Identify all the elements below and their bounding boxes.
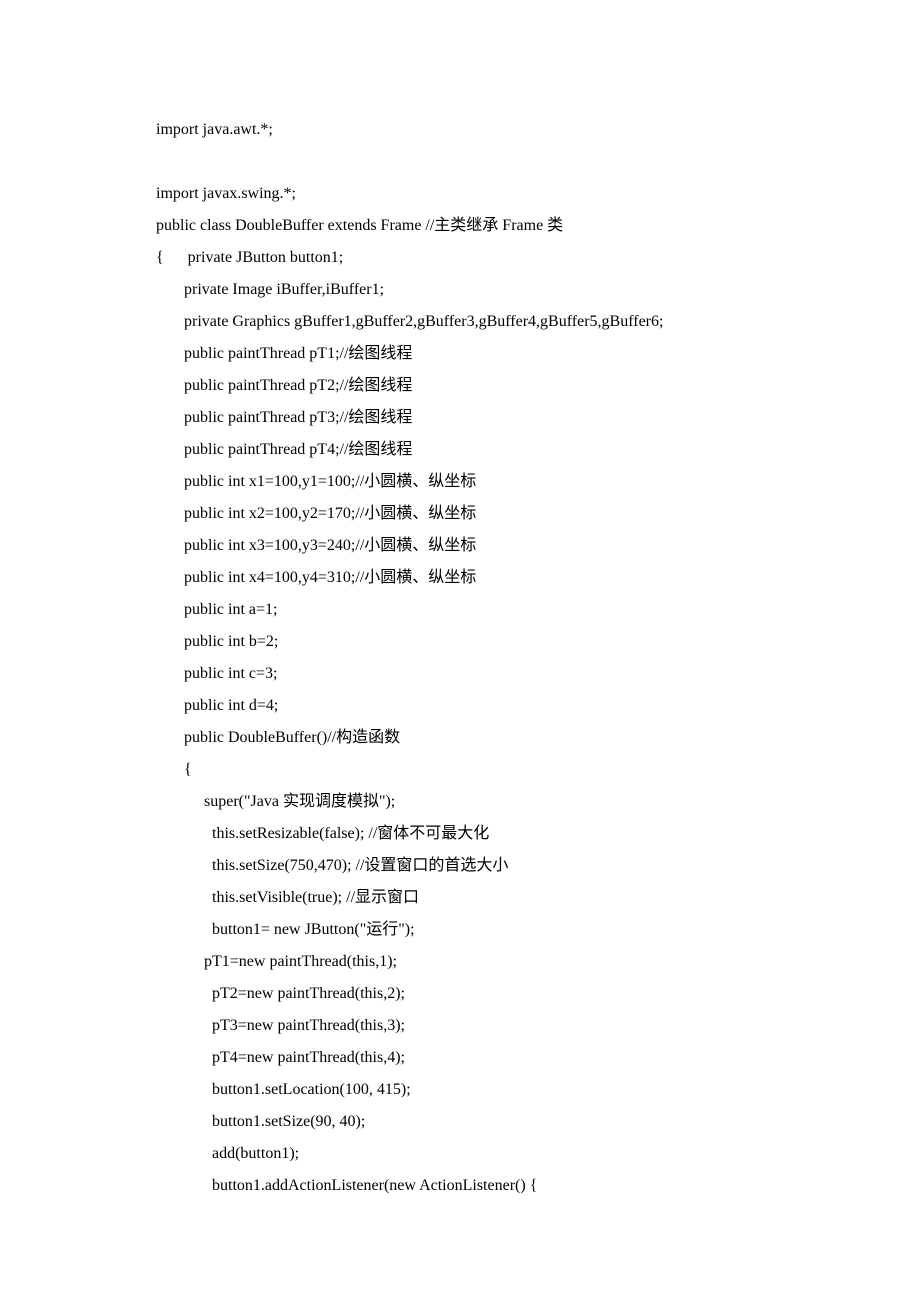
code-line: public DoubleBuffer()//构造函数 — [156, 722, 764, 754]
code-line: private Graphics gBuffer1,gBuffer2,gBuff… — [156, 306, 764, 338]
code-line: public int d=4; — [156, 690, 764, 722]
code-line: public paintThread pT3;//绘图线程 — [156, 402, 764, 434]
code-line: pT1=new paintThread(this,1); — [156, 946, 764, 978]
code-line: public int x4=100,y4=310;//小圆横、纵坐标 — [156, 562, 764, 594]
code-line: import java.awt.*; — [156, 114, 764, 146]
code-line: add(button1); — [156, 1138, 764, 1170]
code-line: button1= new JButton("运行"); — [156, 914, 764, 946]
code-line: { private JButton button1; — [156, 242, 764, 274]
code-line: public class DoubleBuffer extends Frame … — [156, 210, 764, 242]
code-line: public int x3=100,y3=240;//小圆横、纵坐标 — [156, 530, 764, 562]
code-line: button1.setSize(90, 40); — [156, 1106, 764, 1138]
code-line: this.setResizable(false); //窗体不可最大化 — [156, 818, 764, 850]
code-line: this.setSize(750,470); //设置窗口的首选大小 — [156, 850, 764, 882]
code-line: button1.setLocation(100, 415); — [156, 1074, 764, 1106]
code-line: public paintThread pT1;//绘图线程 — [156, 338, 764, 370]
code-line: pT3=new paintThread(this,3); — [156, 1010, 764, 1042]
code-line: public int x1=100,y1=100;//小圆横、纵坐标 — [156, 466, 764, 498]
code-line: public int b=2; — [156, 626, 764, 658]
code-line: button1.addActionListener(new ActionList… — [156, 1170, 764, 1202]
code-line: public paintThread pT4;//绘图线程 — [156, 434, 764, 466]
code-line: public int a=1; — [156, 594, 764, 626]
code-line: public paintThread pT2;//绘图线程 — [156, 370, 764, 402]
code-line: public int x2=100,y2=170;//小圆横、纵坐标 — [156, 498, 764, 530]
code-line: pT4=new paintThread(this,4); — [156, 1042, 764, 1074]
code-line: private Image iBuffer,iBuffer1; — [156, 274, 764, 306]
code-line: this.setVisible(true); //显示窗口 — [156, 882, 764, 914]
code-line: { — [156, 754, 764, 786]
code-line: super("Java 实现调度模拟"); — [156, 786, 764, 818]
code-line: public int c=3; — [156, 658, 764, 690]
blank-line — [156, 146, 764, 178]
document-page: import java.awt.*; import javax.swing.*;… — [0, 0, 920, 1302]
code-line: import javax.swing.*; — [156, 178, 764, 210]
code-line: pT2=new paintThread(this,2); — [156, 978, 764, 1010]
